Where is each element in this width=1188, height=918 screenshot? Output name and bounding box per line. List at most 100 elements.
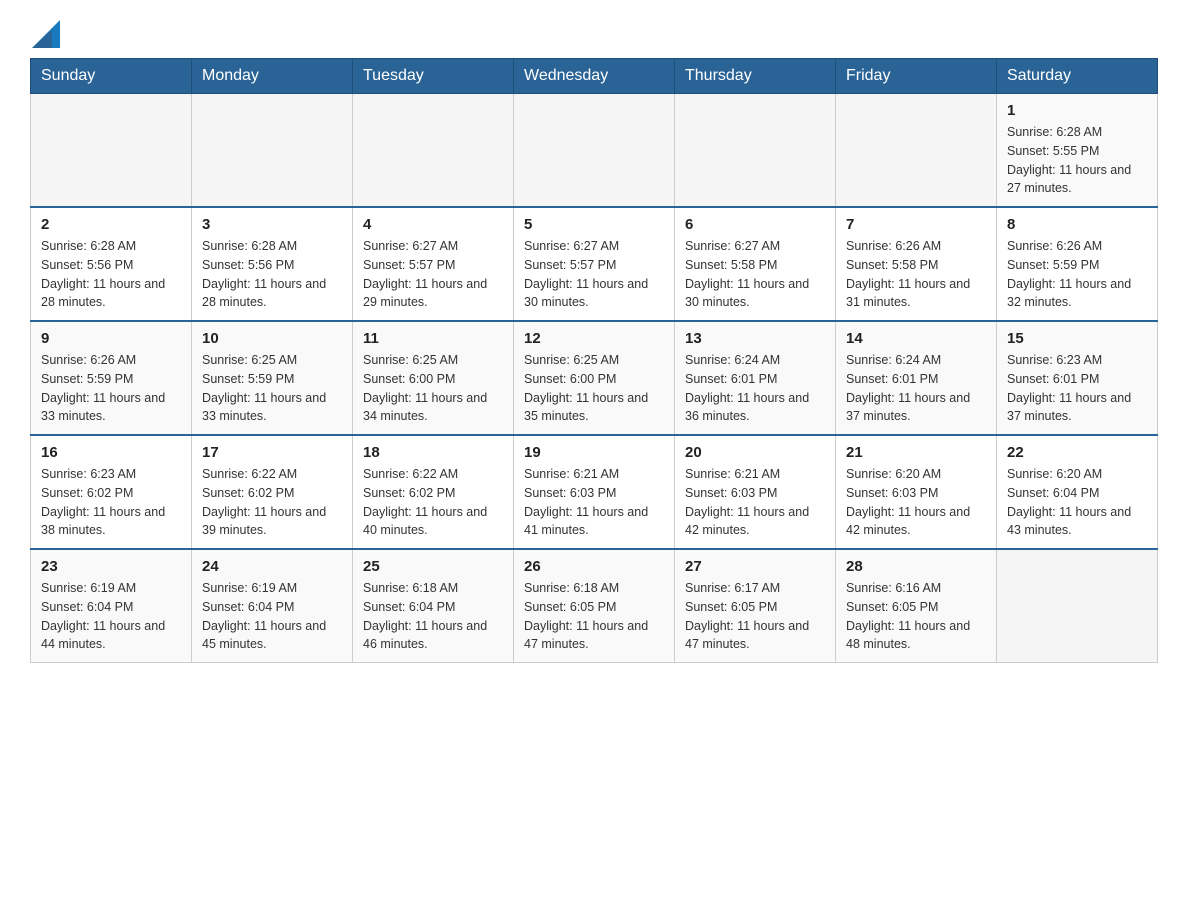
day-info: Sunrise: 6:18 AM Sunset: 6:05 PM Dayligh… xyxy=(524,579,664,654)
calendar-cell xyxy=(836,94,997,208)
calendar-week-row: 16 Sunrise: 6:23 AM Sunset: 6:02 PM Dayli… xyxy=(31,435,1158,549)
day-number: 11 xyxy=(363,330,503,347)
calendar-cell xyxy=(514,94,675,208)
day-number: 9 xyxy=(41,330,181,347)
calendar-cell xyxy=(675,94,836,208)
day-number: 10 xyxy=(202,330,342,347)
day-number: 18 xyxy=(363,444,503,461)
calendar-cell: 20 Sunrise: 6:21 AM Sunset: 6:03 PM Dayli… xyxy=(675,435,836,549)
day-info: Sunrise: 6:17 AM Sunset: 6:05 PM Dayligh… xyxy=(685,579,825,654)
calendar-cell: 16 Sunrise: 6:23 AM Sunset: 6:02 PM Dayli… xyxy=(31,435,192,549)
day-info: Sunrise: 6:23 AM Sunset: 6:02 PM Dayligh… xyxy=(41,465,181,540)
day-number: 6 xyxy=(685,216,825,233)
day-info: Sunrise: 6:24 AM Sunset: 6:01 PM Dayligh… xyxy=(685,351,825,426)
day-info: Sunrise: 6:20 AM Sunset: 6:04 PM Dayligh… xyxy=(1007,465,1147,540)
logo xyxy=(30,20,60,48)
calendar-week-row: 23 Sunrise: 6:19 AM Sunset: 6:04 PM Dayli… xyxy=(31,549,1158,663)
calendar-cell: 12 Sunrise: 6:25 AM Sunset: 6:00 PM Dayli… xyxy=(514,321,675,435)
calendar-cell: 1 Sunrise: 6:28 AM Sunset: 5:55 PM Daylig… xyxy=(997,94,1158,208)
calendar-cell: 21 Sunrise: 6:20 AM Sunset: 6:03 PM Dayli… xyxy=(836,435,997,549)
weekday-header-sunday: Sunday xyxy=(31,59,192,94)
day-info: Sunrise: 6:28 AM Sunset: 5:55 PM Dayligh… xyxy=(1007,123,1147,198)
calendar-cell: 25 Sunrise: 6:18 AM Sunset: 6:04 PM Dayli… xyxy=(353,549,514,663)
day-info: Sunrise: 6:21 AM Sunset: 6:03 PM Dayligh… xyxy=(524,465,664,540)
day-info: Sunrise: 6:26 AM Sunset: 5:59 PM Dayligh… xyxy=(41,351,181,426)
calendar-cell: 6 Sunrise: 6:27 AM Sunset: 5:58 PM Daylig… xyxy=(675,207,836,321)
calendar-cell: 22 Sunrise: 6:20 AM Sunset: 6:04 PM Dayli… xyxy=(997,435,1158,549)
calendar-cell xyxy=(192,94,353,208)
weekday-header-monday: Monday xyxy=(192,59,353,94)
day-number: 15 xyxy=(1007,330,1147,347)
day-info: Sunrise: 6:24 AM Sunset: 6:01 PM Dayligh… xyxy=(846,351,986,426)
day-number: 2 xyxy=(41,216,181,233)
day-info: Sunrise: 6:28 AM Sunset: 5:56 PM Dayligh… xyxy=(41,237,181,312)
calendar-cell: 19 Sunrise: 6:21 AM Sunset: 6:03 PM Dayli… xyxy=(514,435,675,549)
day-info: Sunrise: 6:25 AM Sunset: 6:00 PM Dayligh… xyxy=(524,351,664,426)
day-number: 19 xyxy=(524,444,664,461)
calendar-cell: 27Sunrise: 6:17 AM Sunset: 6:05 PM Dayli… xyxy=(675,549,836,663)
calendar-cell: 14 Sunrise: 6:24 AM Sunset: 6:01 PM Dayli… xyxy=(836,321,997,435)
day-info: Sunrise: 6:16 AM Sunset: 6:05 PM Dayligh… xyxy=(846,579,986,654)
calendar-cell: 10 Sunrise: 6:25 AM Sunset: 5:59 PM Dayli… xyxy=(192,321,353,435)
day-info: Sunrise: 6:22 AM Sunset: 6:02 PM Dayligh… xyxy=(363,465,503,540)
calendar-cell: 26 Sunrise: 6:18 AM Sunset: 6:05 PM Dayli… xyxy=(514,549,675,663)
day-number: 5 xyxy=(524,216,664,233)
calendar-header-row: SundayMondayTuesdayWednesdayThursdayFrid… xyxy=(31,59,1158,94)
weekday-header-tuesday: Tuesday xyxy=(353,59,514,94)
day-number: 7 xyxy=(846,216,986,233)
day-number: 24 xyxy=(202,558,342,575)
calendar-cell: 4 Sunrise: 6:27 AM Sunset: 5:57 PM Daylig… xyxy=(353,207,514,321)
day-number: 28 xyxy=(846,558,986,575)
day-info: Sunrise: 6:27 AM Sunset: 5:58 PM Dayligh… xyxy=(685,237,825,312)
calendar-week-row: 1 Sunrise: 6:28 AM Sunset: 5:55 PM Daylig… xyxy=(31,94,1158,208)
calendar-cell: 3Sunrise: 6:28 AM Sunset: 5:56 PM Daylig… xyxy=(192,207,353,321)
day-info: Sunrise: 6:19 AM Sunset: 6:04 PM Dayligh… xyxy=(41,579,181,654)
weekday-header-saturday: Saturday xyxy=(997,59,1158,94)
day-number: 20 xyxy=(685,444,825,461)
day-number: 21 xyxy=(846,444,986,461)
logo-icon xyxy=(32,20,60,48)
page-header xyxy=(30,20,1158,48)
calendar-cell: 28 Sunrise: 6:16 AM Sunset: 6:05 PM Dayli… xyxy=(836,549,997,663)
day-number: 13 xyxy=(685,330,825,347)
calendar-week-row: 9 Sunrise: 6:26 AM Sunset: 5:59 PM Daylig… xyxy=(31,321,1158,435)
day-info: Sunrise: 6:28 AM Sunset: 5:56 PM Dayligh… xyxy=(202,237,342,312)
day-info: Sunrise: 6:25 AM Sunset: 6:00 PM Dayligh… xyxy=(363,351,503,426)
day-number: 1 xyxy=(1007,102,1147,119)
weekday-header-friday: Friday xyxy=(836,59,997,94)
calendar-cell: 2 Sunrise: 6:28 AM Sunset: 5:56 PM Daylig… xyxy=(31,207,192,321)
day-info: Sunrise: 6:23 AM Sunset: 6:01 PM Dayligh… xyxy=(1007,351,1147,426)
day-number: 12 xyxy=(524,330,664,347)
day-number: 4 xyxy=(363,216,503,233)
day-number: 22 xyxy=(1007,444,1147,461)
day-number: 16 xyxy=(41,444,181,461)
calendar-cell: 5Sunrise: 6:27 AM Sunset: 5:57 PM Daylig… xyxy=(514,207,675,321)
day-number: 25 xyxy=(363,558,503,575)
day-info: Sunrise: 6:20 AM Sunset: 6:03 PM Dayligh… xyxy=(846,465,986,540)
day-number: 8 xyxy=(1007,216,1147,233)
day-info: Sunrise: 6:26 AM Sunset: 5:58 PM Dayligh… xyxy=(846,237,986,312)
calendar-cell: 23 Sunrise: 6:19 AM Sunset: 6:04 PM Dayli… xyxy=(31,549,192,663)
weekday-header-thursday: Thursday xyxy=(675,59,836,94)
day-number: 23 xyxy=(41,558,181,575)
calendar-table: SundayMondayTuesdayWednesdayThursdayFrid… xyxy=(30,58,1158,663)
day-info: Sunrise: 6:21 AM Sunset: 6:03 PM Dayligh… xyxy=(685,465,825,540)
day-info: Sunrise: 6:27 AM Sunset: 5:57 PM Dayligh… xyxy=(363,237,503,312)
day-info: Sunrise: 6:22 AM Sunset: 6:02 PM Dayligh… xyxy=(202,465,342,540)
day-info: Sunrise: 6:26 AM Sunset: 5:59 PM Dayligh… xyxy=(1007,237,1147,312)
calendar-cell: 8 Sunrise: 6:26 AM Sunset: 5:59 PM Daylig… xyxy=(997,207,1158,321)
calendar-cell: 24 Sunrise: 6:19 AM Sunset: 6:04 PM Dayli… xyxy=(192,549,353,663)
calendar-cell xyxy=(353,94,514,208)
day-number: 17 xyxy=(202,444,342,461)
calendar-cell: 7 Sunrise: 6:26 AM Sunset: 5:58 PM Daylig… xyxy=(836,207,997,321)
calendar-cell: 9 Sunrise: 6:26 AM Sunset: 5:59 PM Daylig… xyxy=(31,321,192,435)
day-info: Sunrise: 6:18 AM Sunset: 6:04 PM Dayligh… xyxy=(363,579,503,654)
calendar-cell xyxy=(997,549,1158,663)
day-number: 14 xyxy=(846,330,986,347)
day-info: Sunrise: 6:25 AM Sunset: 5:59 PM Dayligh… xyxy=(202,351,342,426)
calendar-cell xyxy=(31,94,192,208)
calendar-cell: 18 Sunrise: 6:22 AM Sunset: 6:02 PM Dayli… xyxy=(353,435,514,549)
day-info: Sunrise: 6:19 AM Sunset: 6:04 PM Dayligh… xyxy=(202,579,342,654)
weekday-header-wednesday: Wednesday xyxy=(514,59,675,94)
day-number: 26 xyxy=(524,558,664,575)
